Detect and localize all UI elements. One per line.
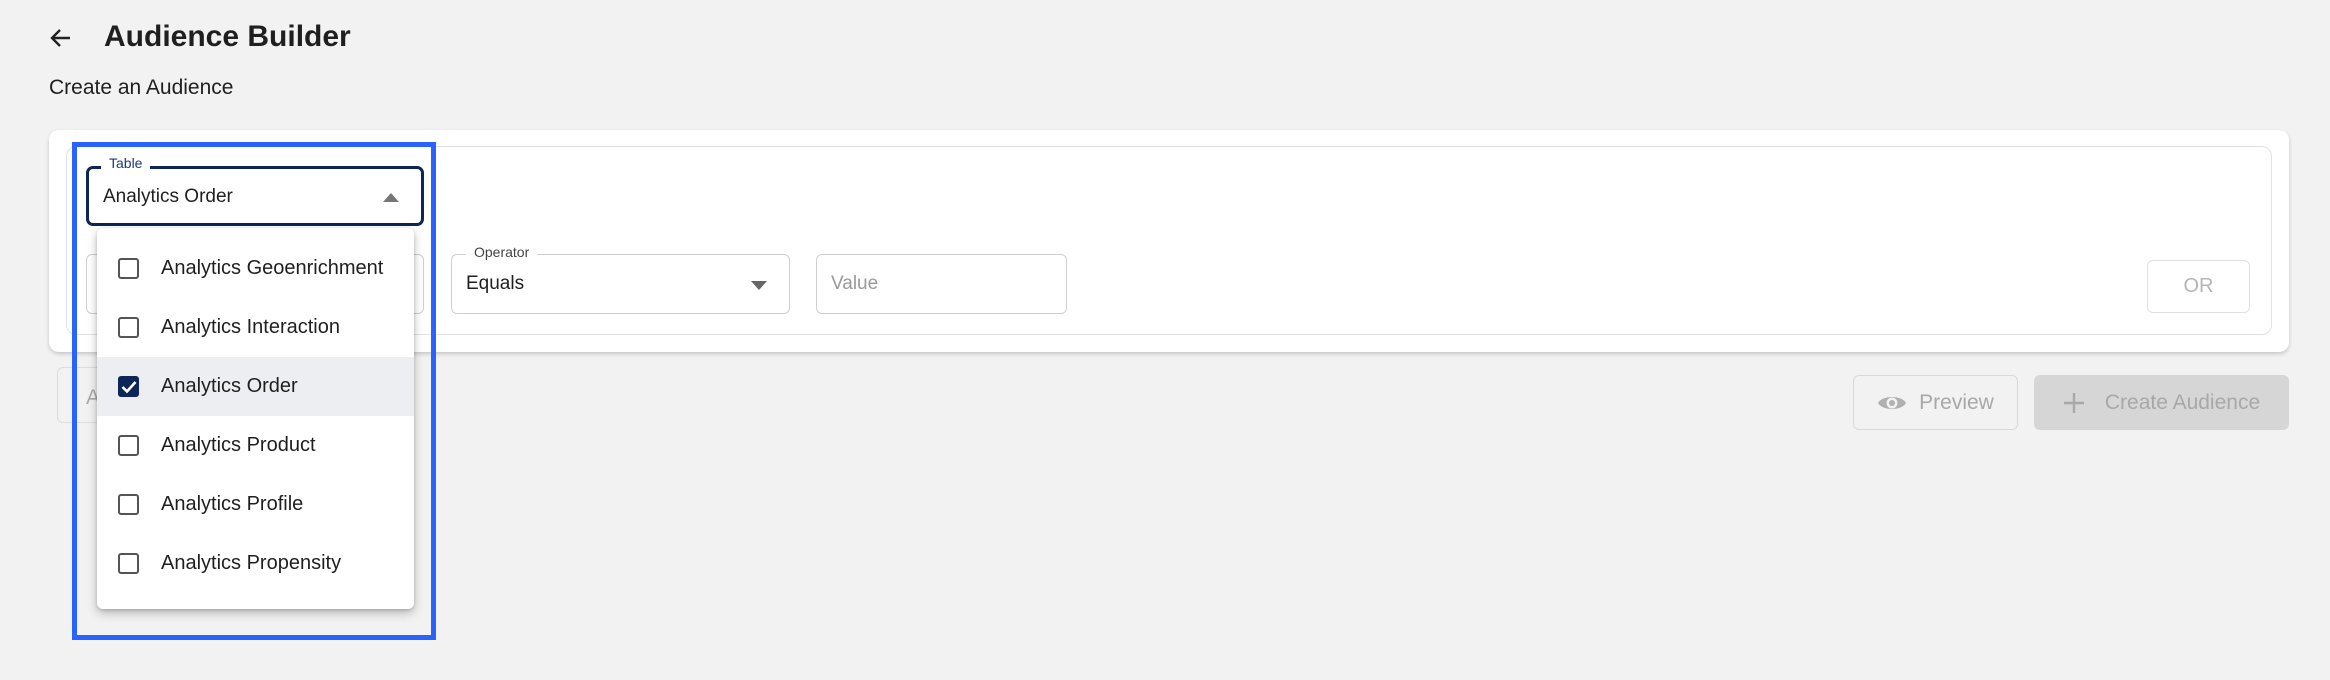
table-dropdown-menu: Analytics Geoenrichment Analytics Interac… [97, 228, 414, 609]
operator-select[interactable]: Operator Equals [451, 244, 790, 314]
value-placeholder: Value [831, 273, 879, 294]
preview-button[interactable]: Preview [1853, 375, 2018, 430]
table-label: Table [101, 155, 151, 171]
caret-down-icon [751, 281, 767, 290]
page-subtitle: Create an Audience [49, 76, 234, 99]
dropdown-option[interactable]: Analytics Propensity [97, 534, 414, 593]
or-button[interactable]: OR [2147, 260, 2250, 313]
create-audience-label: Create Audience [2104, 390, 2261, 414]
checkbox-icon[interactable] [118, 494, 139, 515]
option-label: Analytics Interaction [161, 316, 340, 338]
create-audience-button[interactable]: Create Audience [2034, 375, 2289, 430]
table-value: Analytics Order [103, 186, 233, 207]
operator-label: Operator [466, 244, 538, 260]
caret-up-icon [383, 193, 399, 202]
page-title: Audience Builder [104, 20, 351, 53]
dropdown-option[interactable]: Analytics Product [97, 416, 414, 475]
checkbox-icon[interactable] [118, 435, 139, 456]
option-label: Analytics Product [161, 434, 316, 456]
option-label: Analytics Propensity [161, 552, 342, 574]
preview-label: Preview [1919, 390, 1994, 414]
arrow-left-icon [50, 29, 70, 47]
checkbox-icon[interactable] [118, 376, 139, 397]
checkbox-icon[interactable] [118, 553, 139, 574]
dropdown-option[interactable]: Analytics Order [97, 357, 414, 416]
dropdown-option[interactable]: Analytics Profile [97, 475, 414, 534]
option-label: Analytics Profile [161, 493, 304, 515]
checkbox-icon[interactable] [118, 317, 139, 338]
dropdown-option[interactable]: Analytics Interaction [97, 298, 414, 357]
table-select[interactable]: Table Analytics Order [86, 155, 424, 226]
option-label: Analytics Geoenrichment [161, 257, 384, 279]
operator-value: Equals [466, 273, 525, 294]
checkbox-icon[interactable] [118, 258, 139, 279]
plus-icon [2063, 392, 2084, 413]
back-button[interactable] [46, 22, 76, 54]
option-label: Analytics Order [161, 375, 298, 397]
value-input[interactable]: Value [816, 254, 1067, 314]
eye-icon [1878, 396, 1907, 409]
dropdown-option[interactable]: Analytics Geoenrichment [97, 239, 414, 298]
